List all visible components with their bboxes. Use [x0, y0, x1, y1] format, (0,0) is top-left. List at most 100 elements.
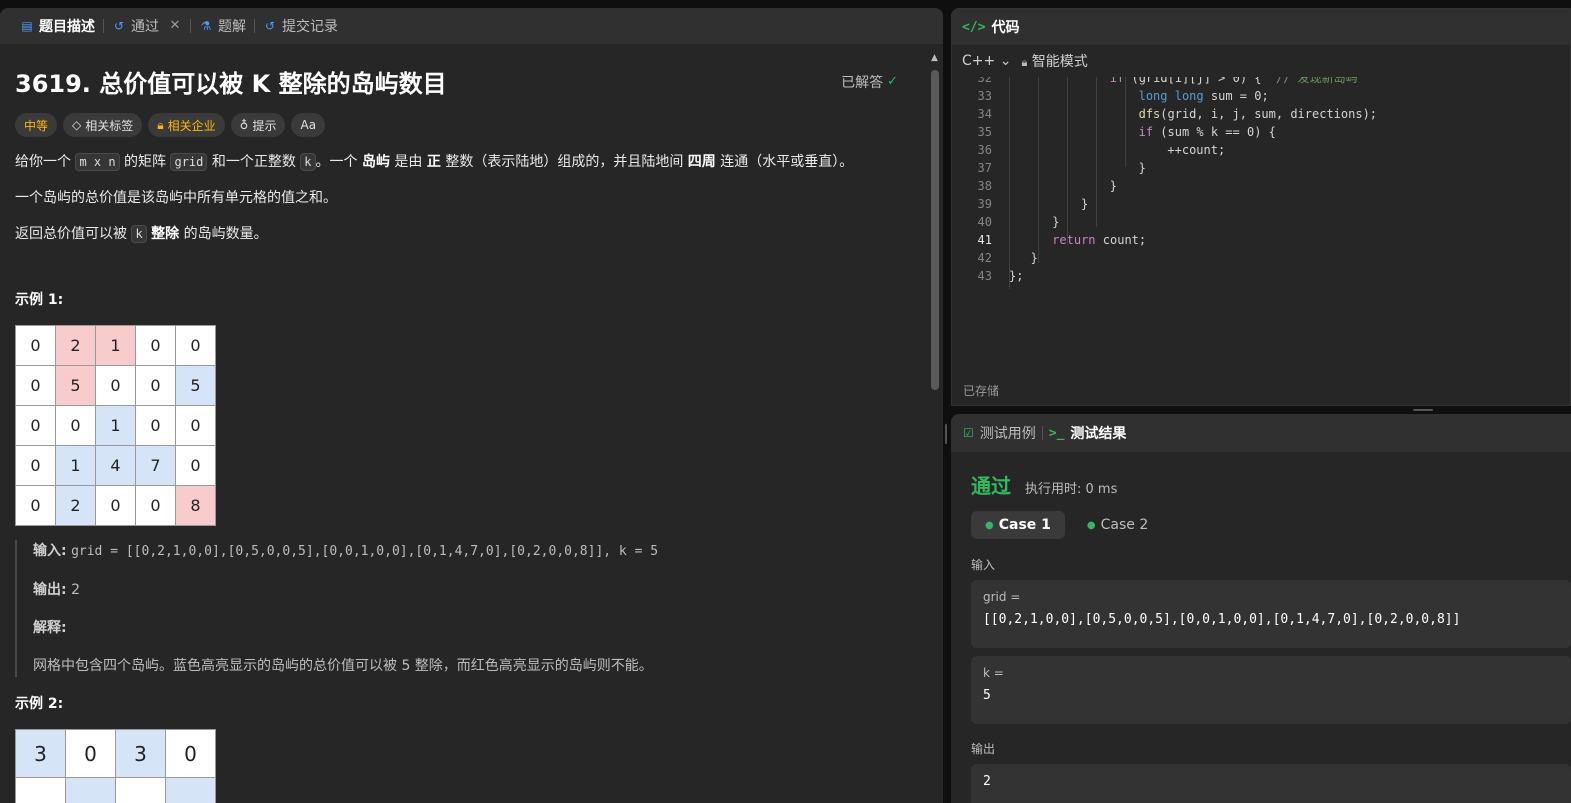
smart-mode-toggle[interactable]: 🔒︎ 智能模式	[1021, 51, 1087, 71]
translate-icon: Aa	[300, 118, 317, 132]
bold-text: 整除	[151, 226, 180, 242]
case-1-tab[interactable]: ● Case 1	[971, 511, 1065, 539]
example-1-block: 输入: grid = [[0,2,1,0,0],[0,5,0,0,5],[0,0…	[15, 540, 912, 677]
scroll-up-arrow-icon[interactable]: ▲	[931, 54, 939, 63]
grid-cell: 0	[175, 445, 216, 486]
related-tags-button[interactable]: ◇ 相关标签	[63, 113, 143, 137]
tab-testcases[interactable]: 测试用例	[980, 423, 1036, 443]
text: 。一个	[315, 154, 362, 170]
grid-cell: 0	[135, 405, 176, 446]
tab-submissions[interactable]: ↺ 提交记录	[255, 8, 346, 44]
horizontal-resize-handle[interactable]	[1413, 409, 1433, 411]
input-label: 输入:	[33, 543, 67, 559]
code-text: long long sum = 0;	[1138, 89, 1269, 103]
var-name: grid =	[983, 590, 1021, 604]
var-value[interactable]: 5	[983, 688, 1559, 703]
code-panel: </> 代码 C++ ⌄ 🔒︎ 智能模式 32 if (grid[i][j] > …	[951, 8, 1571, 406]
output-value[interactable]: 2	[983, 774, 1559, 789]
input-value: grid = [[0,2,1,0,0],[0,5,0,0,5],[0,0,1,0…	[71, 544, 659, 559]
code-line[interactable]: 36 ++count;	[952, 141, 1570, 159]
text: 的矩阵	[119, 154, 171, 170]
hint-label: 提示	[252, 118, 277, 133]
grid-cell: 2	[55, 325, 96, 366]
close-icon[interactable]: ✕	[168, 19, 182, 33]
grid-cell: 5	[55, 365, 96, 406]
chevron-down-icon: ⌄	[999, 53, 1012, 69]
code-line[interactable]: 34 dfs(grid, i, j, sum, directions);	[952, 105, 1570, 123]
history-icon: ↺	[264, 19, 276, 33]
case-label: Case 2	[1100, 517, 1149, 533]
code-text: if (sum % k == 0) {	[1138, 125, 1276, 139]
code-line[interactable]: 32 if (grid[i][j] > 0) { // 发现新岛屿	[952, 77, 1570, 87]
grid-cell: 1	[95, 405, 136, 446]
language-select[interactable]: C++ ⌄	[962, 53, 1011, 69]
case-label: Case 1	[998, 517, 1051, 533]
tab-test-results[interactable]: 测试结果	[1070, 423, 1126, 443]
grid-row: 02100	[15, 325, 216, 366]
indent-guide	[1067, 77, 1068, 245]
code-line[interactable]: 41 return count;	[952, 231, 1570, 249]
input-grid-box: grid = [[0,2,1,0,0],[0,5,0,0,5],[0,0,1,0…	[971, 580, 1571, 648]
example-1-output: 输出: 2	[33, 579, 912, 601]
result-summary: 通过 执行用时: 0 ms	[971, 470, 1117, 499]
input-k-box: k = 5	[971, 656, 1571, 724]
case-2-tab[interactable]: ● Case 2	[1073, 511, 1162, 539]
text: 给你一个	[15, 154, 76, 170]
line-number: 41	[977, 233, 992, 247]
grid-cell: 0	[135, 365, 176, 406]
terminal-icon: >_	[1048, 425, 1065, 441]
result-status: 通过	[971, 474, 1011, 498]
vertical-resize-handle[interactable]	[945, 424, 947, 444]
example-2-title: 示例 2:	[15, 696, 64, 712]
text: 是由	[389, 154, 427, 170]
checkbox-icon: ☑	[963, 426, 974, 440]
line-number: 35	[977, 125, 992, 139]
code-editor[interactable]: 32 if (grid[i][j] > 0) { // 发现新岛屿 33 long l…	[952, 77, 1570, 289]
grid-cell: 0	[135, 485, 176, 526]
grid-cell: 5	[175, 365, 216, 406]
code-line[interactable]: 43};	[952, 267, 1570, 285]
code-text: }	[1138, 161, 1146, 175]
code-line[interactable]: 39}	[952, 195, 1570, 213]
var-value[interactable]: [[0,2,1,0,0],[0,5,0,0,5],[0,0,1,0,0],[0,…	[983, 612, 1559, 627]
line-number: 33	[977, 89, 992, 103]
grid-cell: 1	[95, 325, 136, 366]
grid-cell: 0	[55, 405, 96, 446]
example-1-title: 示例 1:	[15, 292, 64, 308]
grid-cell: 0	[175, 325, 216, 366]
output-label: 输出:	[33, 582, 67, 598]
solved-label: 已解答	[841, 74, 884, 91]
code-text: if (grid[i][j] > 0) { // 发现新岛屿	[1109, 77, 1358, 85]
code-line[interactable]: 40}	[952, 213, 1570, 231]
tab-accepted[interactable]: ↺ 通过 ✕	[104, 8, 190, 44]
indent-guide	[1038, 77, 1039, 263]
text: 整数（表示陆地）组成的，并且陆地间	[440, 154, 688, 170]
problem-title[interactable]: 3619. 总价值可以被 K 整除的岛屿数目	[15, 64, 447, 99]
code-text: };	[1009, 269, 1024, 283]
grid-cell	[15, 777, 66, 803]
grid-cell: 0	[135, 325, 176, 366]
doc-icon: ▤	[21, 19, 33, 33]
code-line[interactable]: 42}	[952, 249, 1570, 267]
code-line[interactable]: 33 long long sum = 0;	[952, 87, 1570, 105]
difficulty-badge: 中等	[15, 113, 58, 137]
example-1-explain-text: 网格中包含四个岛屿。蓝色高亮显示的岛屿的总价值可以被 5 整除，而红色高亮显示的…	[33, 658, 653, 674]
grid-cell: 0	[15, 445, 56, 486]
related-companies-button[interactable]: 🔒︎ 相关企业	[148, 113, 225, 137]
code-line[interactable]: 38}	[952, 177, 1570, 195]
hint-button[interactable]: ♁ 提示	[230, 113, 286, 137]
related-tags-label: 相关标签	[85, 118, 134, 133]
tab-solutions[interactable]: ⚗ 题解	[191, 8, 254, 44]
line-number: 40	[977, 215, 992, 229]
tab-description-label: 题目描述	[39, 19, 95, 35]
history-icon: ↺	[113, 19, 125, 33]
code-line[interactable]: 37}	[952, 159, 1570, 177]
translate-button[interactable]: Aa	[291, 113, 326, 137]
tab-description[interactable]: ▤ 题目描述	[12, 8, 103, 44]
saved-status: 已存储	[963, 384, 1000, 398]
flask-icon: ⚗	[200, 19, 212, 33]
code-line[interactable]: 35 if (sum % k == 0) {	[952, 123, 1570, 141]
scrollbar-thumb[interactable]	[931, 70, 939, 390]
example-1-explain-label: 解释:	[33, 617, 912, 639]
description-paragraph-1: 给你一个 m x n 的矩阵 grid 和一个正整数 k 。一个 岛屿 是由 正 …	[15, 151, 912, 173]
